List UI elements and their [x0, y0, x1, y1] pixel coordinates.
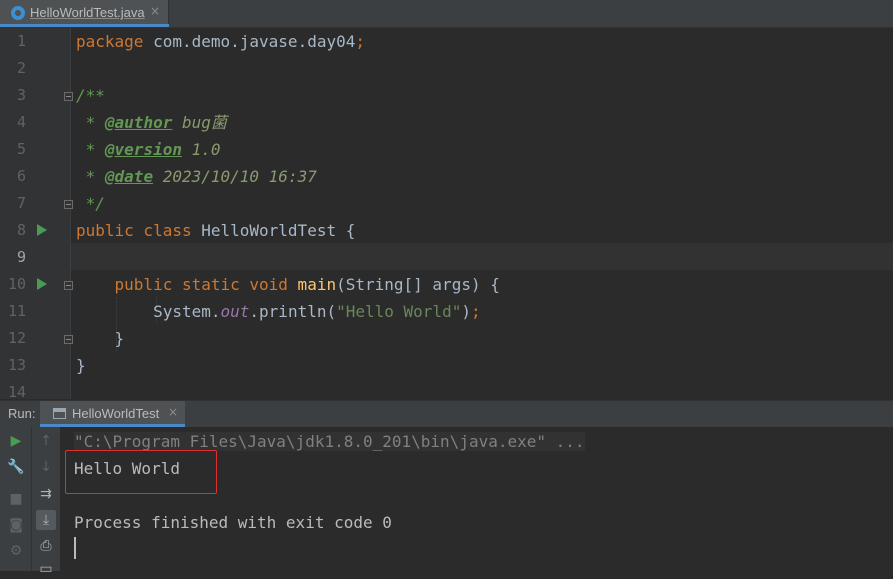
stop-icon[interactable]: ■	[6, 489, 26, 509]
keyword: public static void	[76, 275, 288, 294]
soft-wrap-icon[interactable]: ⇉	[36, 484, 56, 504]
console-process-finished: Process finished with exit code 0	[74, 513, 392, 532]
fold-marker-icon[interactable]	[64, 335, 73, 344]
line-number: 11	[7, 302, 26, 320]
up-arrow-icon[interactable]: ↑	[36, 431, 56, 451]
run-tool-window-header: Run: HelloWorldTest ×	[0, 400, 893, 427]
run-gutter-icon[interactable]	[37, 278, 47, 290]
active-tab-indicator	[0, 24, 169, 27]
code-editor[interactable]: 1 2 3 4 5 6 7 8 9 10 11 12 13 14 package…	[0, 28, 893, 399]
keyword: public class	[76, 221, 192, 240]
caret-line-highlight	[0, 243, 893, 270]
code-line-10: public static void main(String[] args) {	[76, 271, 500, 298]
line-number: 5	[16, 140, 26, 158]
print-icon[interactable]: ⎙	[36, 536, 56, 556]
line-number: 9	[16, 248, 26, 266]
code-line-3: /**	[76, 86, 105, 105]
line-number: 1	[16, 32, 26, 50]
doc-star: *	[76, 140, 105, 159]
scroll-to-end-icon[interactable]: ⤓	[36, 510, 56, 530]
doc-tag: @date	[104, 167, 154, 186]
line-number: 14	[7, 383, 26, 399]
method-params: (String[] args) {	[336, 275, 500, 294]
run-gutter-icon[interactable]	[37, 224, 47, 236]
line-number: 8	[16, 221, 26, 239]
doc-value: bug菌	[172, 113, 227, 132]
semicolon: ;	[470, 302, 481, 321]
doc-star: *	[76, 113, 105, 132]
code-line-6: * @date 2023/10/10 16:37	[76, 163, 317, 190]
settings-icon[interactable]: ⚙	[6, 541, 26, 561]
java-class-icon	[11, 6, 25, 20]
line-number: 4	[16, 113, 26, 131]
wrench-icon[interactable]: 🔧	[6, 457, 26, 477]
code-text: System.	[76, 302, 221, 321]
java-command: "C:\Program Files\Java\jdk1.8.0_201\bin\…	[74, 432, 585, 451]
doc-value: 2023/10/10 16:37	[153, 167, 317, 186]
line-number: 10	[7, 275, 26, 293]
class-name: HelloWorldTest {	[191, 221, 356, 240]
fold-marker-icon[interactable]	[64, 92, 73, 101]
console-cursor	[74, 537, 76, 559]
code-line-8: public class HelloWorldTest {	[76, 217, 355, 244]
camera-icon[interactable]: ◙	[6, 515, 26, 535]
editor-tab-bar: HelloWorldTest.java ×	[0, 0, 893, 28]
rerun-icon[interactable]: ▶	[6, 431, 26, 451]
doc-star: *	[76, 167, 105, 186]
keyword: package	[76, 32, 144, 51]
run-toolbar-right: ↑ ↓ ⇉ ⤓ ⎙ ▭	[31, 427, 60, 577]
run-console[interactable]: ▶ 🔧 ■ ◙ ⚙ ↑ ↓ ⇉ ⤓ ⎙ ▭ "C:\Program Files\…	[0, 427, 893, 577]
method-name: main	[287, 275, 337, 294]
code-line-5: * @version 1.0	[76, 136, 221, 163]
trash-icon[interactable]: ▭	[36, 559, 56, 579]
tab-label: HelloWorldTest.java	[30, 5, 145, 20]
string-literal: "Hello World"	[336, 302, 462, 321]
code-text: .println(	[249, 302, 337, 321]
line-number: 3	[16, 86, 26, 104]
line-number: 6	[16, 167, 26, 185]
code-text: )	[461, 302, 471, 321]
fold-marker-icon[interactable]	[64, 200, 73, 209]
line-number: 7	[16, 194, 26, 212]
run-tab-close-icon[interactable]: ×	[168, 405, 178, 419]
down-arrow-icon[interactable]: ↓	[36, 457, 56, 477]
run-label: Run:	[8, 406, 36, 421]
code-line-11: System.out.println("Hello World");	[76, 298, 481, 325]
code-line-12: }	[76, 329, 125, 348]
doc-value: 1.0	[181, 140, 221, 159]
code-line-1: package com.demo.javase.day04;	[76, 28, 365, 55]
run-tab-label: HelloWorldTest	[72, 406, 160, 421]
tab-close-icon[interactable]: ×	[150, 4, 160, 18]
code-line-13: }	[76, 356, 86, 375]
package-name: com.demo.javase.day04	[143, 32, 356, 51]
code-line-4: * @author bug菌	[76, 109, 227, 136]
run-toolbar-left: ▶ 🔧 ■ ◙ ⚙	[0, 427, 31, 571]
highlight-box	[65, 450, 217, 494]
tab-hello-world-test[interactable]: HelloWorldTest.java ×	[0, 0, 169, 27]
static-field: out	[220, 302, 250, 321]
doc-tag: @version	[104, 140, 182, 159]
fold-marker-icon[interactable]	[64, 281, 73, 290]
doc-tag: @author	[104, 113, 173, 132]
line-number: 2	[16, 59, 26, 77]
code-line-7: */	[76, 194, 105, 213]
semicolon: ;	[355, 32, 365, 51]
line-number: 12	[7, 329, 26, 347]
console-icon	[53, 408, 66, 419]
line-number: 13	[7, 356, 26, 374]
